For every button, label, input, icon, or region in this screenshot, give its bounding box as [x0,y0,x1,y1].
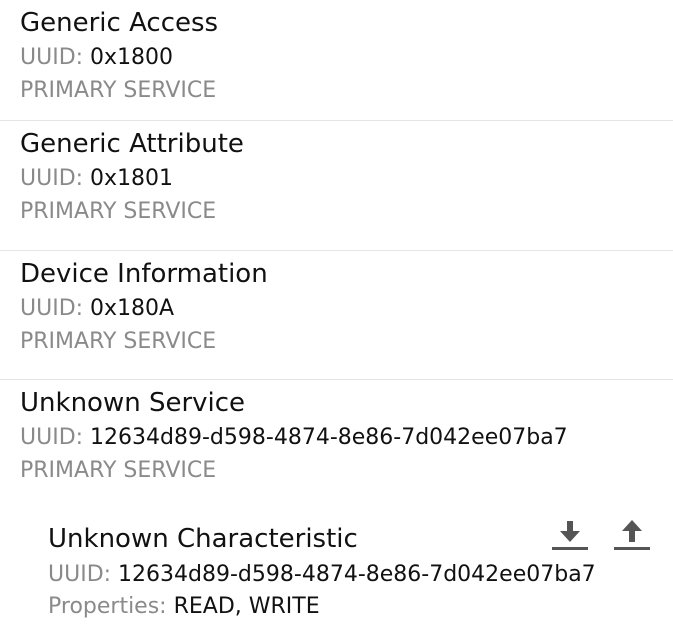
uuid-label: UUID: [48,562,112,587]
service-uuid-row: UUID: 0x1800 [20,43,173,73]
service-name: Unknown Service [20,388,246,418]
service-type: PRIMARY SERVICE [20,199,217,224]
properties-label: Properties: [48,594,167,619]
read-characteristic-button[interactable] [550,514,590,554]
characteristic-properties-row: Properties: READ, WRITE [48,592,320,622]
download-icon [552,521,588,550]
service-type: PRIMARY SERVICE [20,78,217,103]
service-uuid-row: UUID: 12634d89-d598-4874-8e86-7d042ee07b… [20,423,568,453]
services-list: Generic Access UUID: 0x1800 PRIMARY SERV… [0,0,673,635]
service-name: Generic Access [20,8,219,38]
uuid-value: 0x1801 [90,166,174,191]
service-item-device-information[interactable]: Device Information UUID: 0x180A PRIMARY … [0,251,673,380]
service-type: PRIMARY SERVICE [20,458,217,483]
characteristic-uuid-row: UUID: 12634d89-d598-4874-8e86-7d042ee07b… [48,560,596,590]
uuid-value: 0x1800 [90,45,174,70]
service-type: PRIMARY SERVICE [20,329,217,354]
uuid-label: UUID: [20,296,84,321]
uuid-label: UUID: [20,166,84,191]
characteristic-name: Unknown Characteristic [48,524,358,554]
service-uuid-row: UUID: 0x1801 [20,164,173,194]
uuid-value: 0x180A [90,296,175,321]
characteristic-item-unknown[interactable]: Unknown Characteristic UUID: 12634d89-d5… [48,510,658,630]
service-name: Generic Attribute [20,129,244,159]
uuid-value: 12634d89-d598-4874-8e86-7d042ee07ba7 [118,562,596,587]
uuid-value: 12634d89-d598-4874-8e86-7d042ee07ba7 [90,425,568,450]
uuid-label: UUID: [20,425,84,450]
service-item-generic-access[interactable]: Generic Access UUID: 0x1800 PRIMARY SERV… [0,0,673,121]
uuid-label: UUID: [20,45,84,70]
properties-value: READ, WRITE [173,594,320,619]
service-name: Device Information [20,259,268,289]
service-item-generic-attribute[interactable]: Generic Attribute UUID: 0x1801 PRIMARY S… [0,121,673,251]
upload-icon [614,520,650,550]
service-uuid-row: UUID: 0x180A [20,294,174,324]
write-characteristic-button[interactable] [612,514,652,554]
